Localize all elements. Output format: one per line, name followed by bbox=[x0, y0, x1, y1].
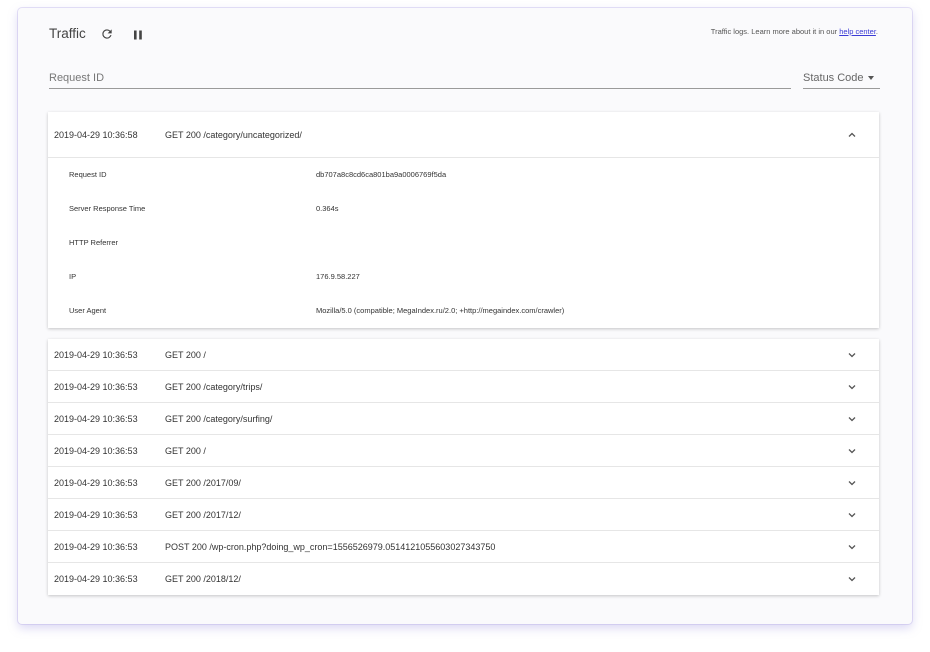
detail-key: User Agent bbox=[69, 306, 107, 315]
traffic-card: Traffic Traffic logs. Learn more about i… bbox=[18, 8, 912, 624]
log-entry-row[interactable]: 2019-04-29 10:36:53 GET 200 /2017/12/ bbox=[48, 499, 879, 531]
log-entry-row[interactable]: 2019-04-29 10:36:53 POST 200 /wp-cron.ph… bbox=[48, 531, 879, 563]
log-timestamp: 2019-04-29 10:36:53 bbox=[54, 509, 138, 520]
detail-key: HTTP Referrer bbox=[69, 238, 119, 247]
detail-value: Mozilla/5.0 (compatible; MegaIndex.ru/2.… bbox=[316, 306, 565, 315]
chevron-down-icon[interactable] bbox=[847, 446, 857, 456]
page-title: Traffic bbox=[49, 26, 86, 41]
chevron-down-icon[interactable] bbox=[847, 510, 857, 520]
log-timestamp: 2019-04-29 10:36:53 bbox=[54, 445, 138, 456]
help-text: Traffic logs. Learn more about it in our… bbox=[711, 27, 878, 36]
log-timestamp: 2019-04-29 10:36:53 bbox=[54, 349, 138, 360]
request-id-input[interactable] bbox=[49, 68, 791, 89]
help-center-link[interactable]: help center bbox=[839, 27, 876, 36]
detail-row: Server Response Time 0.364s bbox=[48, 192, 879, 226]
chevron-down-icon[interactable] bbox=[847, 382, 857, 392]
chevron-down-icon[interactable] bbox=[847, 574, 857, 584]
detail-value: 0.364s bbox=[316, 204, 339, 213]
chevron-up-icon[interactable] bbox=[847, 130, 857, 140]
detail-value: db707a8c8cd6ca801ba9a0006769f5da bbox=[316, 170, 447, 179]
log-entry-row[interactable]: 2019-04-29 10:36:53 GET 200 / bbox=[48, 339, 879, 371]
log-entry-header[interactable]: 2019-04-29 10:36:58 GET 200 /category/un… bbox=[48, 112, 879, 158]
chevron-down-icon[interactable] bbox=[847, 542, 857, 552]
help-text-label: Traffic logs. Learn more about it in our bbox=[710, 27, 840, 36]
traffic-header: Traffic bbox=[49, 26, 144, 41]
detail-value: 176.9.58.227 bbox=[316, 272, 360, 281]
log-request: GET 200 /2018/12/ bbox=[165, 574, 241, 584]
log-request: GET 200 /category/surfing/ bbox=[165, 413, 273, 424]
status-code-label: Status Code bbox=[803, 72, 864, 84]
log-request: GET 200 /category/trips/ bbox=[165, 381, 263, 392]
log-entry-row[interactable]: 2019-04-29 10:36:53 GET 200 /category/tr… bbox=[48, 371, 879, 403]
log-request: GET 200 / bbox=[165, 445, 206, 456]
detail-row: User Agent Mozilla/5.0 (compatible; Mega… bbox=[48, 294, 879, 328]
log-request: GET 200 /2017/12/ bbox=[165, 509, 241, 520]
log-timestamp: 2019-04-29 10:36:53 bbox=[54, 477, 138, 488]
log-request: GET 200 /2017/09/ bbox=[165, 477, 241, 488]
detail-key: IP bbox=[69, 272, 77, 281]
log-request: GET 200 / bbox=[165, 349, 206, 360]
log-entry-row[interactable]: 2019-04-29 10:36:53 GET 200 /category/su… bbox=[48, 403, 879, 435]
status-code-select[interactable]: Status Code bbox=[803, 68, 880, 89]
detail-row: HTTP Referrer bbox=[48, 226, 879, 260]
detail-row: Request ID db707a8c8cd6ca801ba9a0006769f… bbox=[48, 158, 879, 192]
detail-row: IP 176.9.58.227 bbox=[48, 260, 879, 294]
log-timestamp: 2019-04-29 10:36:53 bbox=[54, 541, 138, 552]
chevron-down-icon[interactable] bbox=[847, 350, 857, 360]
log-request: POST 200 /wp-cron.php?doing_wp_cron=1556… bbox=[165, 541, 496, 552]
expanded-log-entry: 2019-04-29 10:36:58 GET 200 /category/un… bbox=[48, 112, 879, 328]
detail-key: Server Response Time bbox=[69, 204, 146, 213]
caret-down-icon bbox=[867, 76, 874, 80]
chevron-down-icon[interactable] bbox=[847, 414, 857, 424]
detail-key: Request ID bbox=[69, 170, 107, 179]
chevron-down-icon[interactable] bbox=[847, 478, 857, 488]
log-entry-row[interactable]: 2019-04-29 10:36:53 GET 200 /2017/09/ bbox=[48, 467, 879, 499]
refresh-icon[interactable] bbox=[100, 27, 114, 41]
log-timestamp: 2019-04-29 10:36:53 bbox=[54, 574, 138, 584]
log-entry-row[interactable]: 2019-04-29 10:36:53 GET 200 / bbox=[48, 435, 879, 467]
filters-bar: Status Code bbox=[49, 68, 880, 89]
help-text-suffix: . bbox=[875, 27, 878, 36]
log-entry-row[interactable]: 2019-04-29 10:36:53 GET 200 /2018/12/ bbox=[48, 563, 879, 595]
log-timestamp: 2019-04-29 10:36:53 bbox=[54, 381, 138, 392]
log-request: GET 200 /category/uncategorized/ bbox=[165, 129, 302, 140]
log-timestamp: 2019-04-29 10:36:53 bbox=[54, 413, 138, 424]
log-entry-list: 2019-04-29 10:36:53 GET 200 / 2019-04-29… bbox=[48, 339, 879, 595]
log-timestamp: 2019-04-29 10:36:58 bbox=[54, 129, 138, 140]
pause-icon[interactable] bbox=[132, 28, 144, 40]
